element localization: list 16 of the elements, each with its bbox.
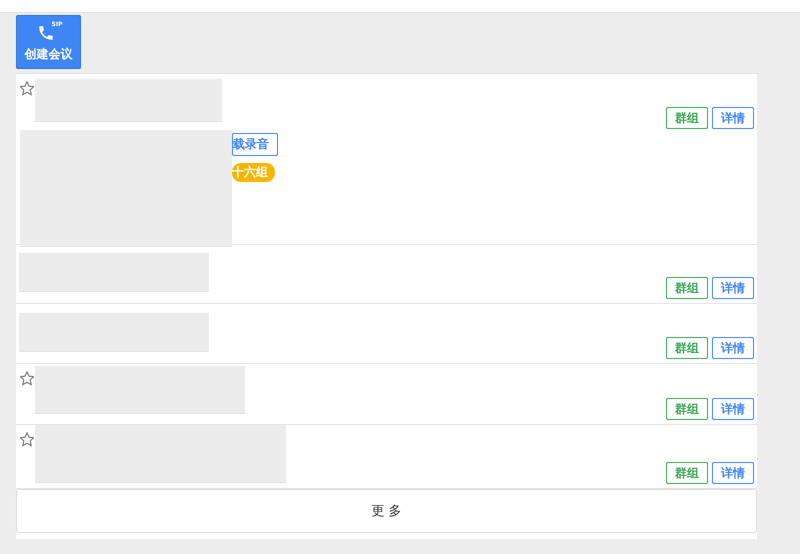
group-tag: 十六组 [232,163,275,182]
star-icon[interactable] [20,371,34,386]
details-button[interactable]: 详情 [712,462,754,484]
group-button[interactable]: 群组 [666,398,708,420]
group-button[interactable]: 群组 [666,107,708,129]
details-button[interactable]: 详情 [712,337,754,359]
group-button[interactable]: 群组 [666,462,708,484]
details-button[interactable]: 详情 [712,107,754,129]
star-icon[interactable] [20,432,34,447]
more-button[interactable]: 更 多 [16,489,757,533]
group-button[interactable]: 群组 [666,337,708,359]
download-recording-button[interactable]: 载录音 [232,133,278,156]
star-icon[interactable] [20,81,34,96]
details-button[interactable]: 详情 [712,277,754,299]
group-button[interactable]: 群组 [666,277,708,299]
details-button[interactable]: 详情 [712,398,754,420]
